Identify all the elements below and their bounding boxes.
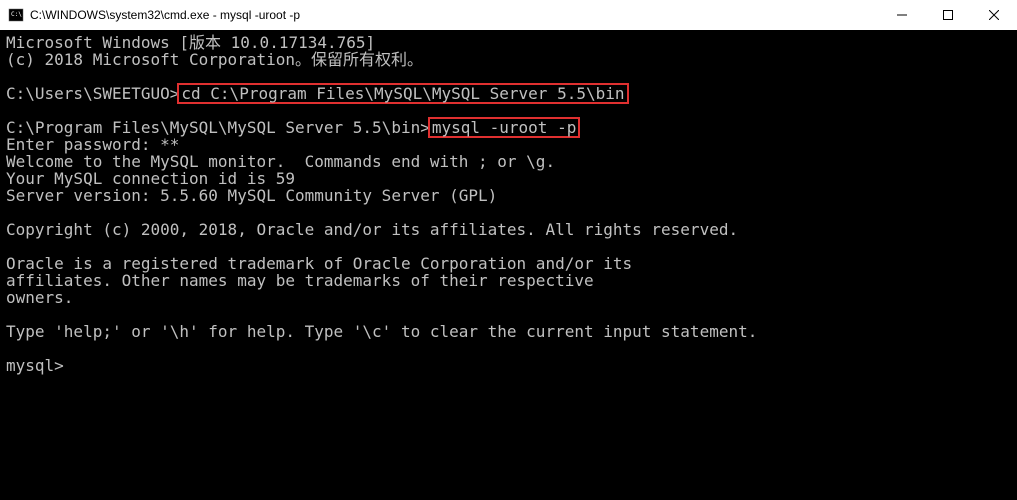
terminal-line: Enter password: **	[6, 136, 1011, 153]
command-text: mysql -uroot -p	[432, 118, 577, 137]
terminal-line: C:\Users\SWEETGUO>cd C:\Program Files\My…	[6, 85, 1011, 102]
terminal-line: Welcome to the MySQL monitor. Commands e…	[6, 153, 1011, 170]
highlight-annotation: mysql -uroot -p	[428, 117, 581, 138]
terminal-line: C:\Program Files\MySQL\MySQL Server 5.5\…	[6, 119, 1011, 136]
terminal-line: Microsoft Windows [版本 10.0.17134.765]	[6, 34, 1011, 51]
minimize-button[interactable]	[879, 0, 925, 30]
terminal-line	[6, 204, 1011, 221]
terminal-line: Your MySQL connection id is 59	[6, 170, 1011, 187]
window-title: C:\WINDOWS\system32\cmd.exe - mysql -uro…	[30, 8, 879, 22]
terminal-line	[6, 340, 1011, 357]
window-titlebar[interactable]: C:\ C:\WINDOWS\system32\cmd.exe - mysql …	[0, 0, 1017, 30]
terminal-line: (c) 2018 Microsoft Corporation。保留所有权利。	[6, 51, 1011, 68]
maximize-button[interactable]	[925, 0, 971, 30]
window-controls	[879, 0, 1017, 30]
cmd-icon: C:\	[8, 7, 24, 23]
terminal-line	[6, 238, 1011, 255]
terminal-line: affiliates. Other names may be trademark…	[6, 272, 1011, 289]
terminal-line	[6, 306, 1011, 323]
terminal-line: Type 'help;' or '\h' for help. Type '\c'…	[6, 323, 1011, 340]
prompt: C:\Users\SWEETGUO>	[6, 84, 179, 103]
mysql-prompt: mysql>	[6, 357, 1011, 374]
svg-text:C:\: C:\	[11, 11, 22, 18]
command-text: cd C:\Program Files\MySQL\MySQL Server 5…	[181, 84, 624, 103]
terminal-line: Copyright (c) 2000, 2018, Oracle and/or …	[6, 221, 1011, 238]
terminal-line: owners.	[6, 289, 1011, 306]
terminal-line: Server version: 5.5.60 MySQL Community S…	[6, 187, 1011, 204]
terminal-output[interactable]: Microsoft Windows [版本 10.0.17134.765](c)…	[0, 30, 1017, 500]
terminal-line: Oracle is a registered trademark of Orac…	[6, 255, 1011, 272]
close-button[interactable]	[971, 0, 1017, 30]
highlight-annotation: cd C:\Program Files\MySQL\MySQL Server 5…	[177, 83, 628, 104]
